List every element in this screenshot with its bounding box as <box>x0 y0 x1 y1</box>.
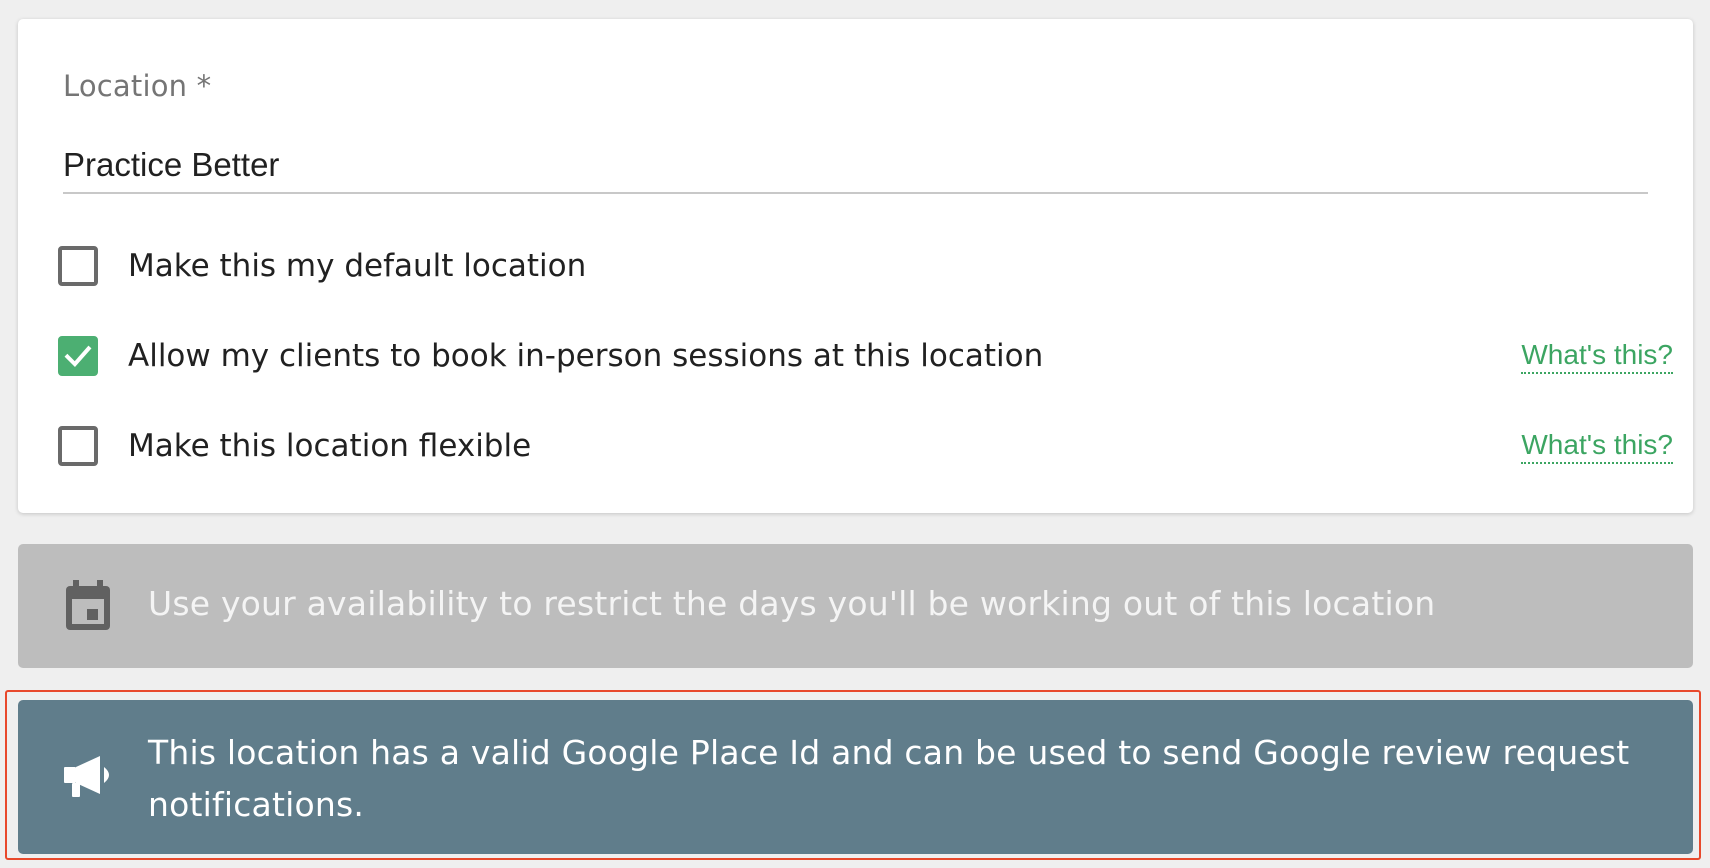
megaphone-icon <box>62 754 118 804</box>
in-person-booking-label[interactable]: Allow my clients to book in-person sessi… <box>128 338 1043 374</box>
checkmark-icon <box>64 345 92 368</box>
location-card: Location * Make this my default location… <box>18 19 1693 513</box>
flexible-whats-this-link[interactable]: What's this? <box>1521 428 1673 464</box>
location-input[interactable] <box>63 137 1648 194</box>
default-location-row[interactable]: Make this my default location <box>58 241 1673 291</box>
in-person-booking-row[interactable]: Allow my clients to book in-person sessi… <box>58 331 1673 381</box>
google-place-banner-text: This location has a valid Google Place I… <box>148 733 1630 824</box>
calendar-icon <box>63 580 113 636</box>
in-person-whats-this-link[interactable]: What's this? <box>1521 338 1673 374</box>
location-field-label: Location * <box>63 69 212 103</box>
in-person-booking-checkbox[interactable] <box>58 336 98 376</box>
flexible-location-label[interactable]: Make this location flexible <box>128 428 531 464</box>
availability-banner: Use your availability to restrict the da… <box>18 544 1693 668</box>
flexible-location-checkbox[interactable] <box>58 426 98 466</box>
google-place-banner: This location has a valid Google Place I… <box>18 700 1693 854</box>
default-location-checkbox[interactable] <box>58 246 98 286</box>
flexible-location-row[interactable]: Make this location flexible What's this? <box>58 421 1673 471</box>
availability-banner-text: Use your availability to restrict the da… <box>148 584 1436 623</box>
default-location-label[interactable]: Make this my default location <box>128 248 586 284</box>
